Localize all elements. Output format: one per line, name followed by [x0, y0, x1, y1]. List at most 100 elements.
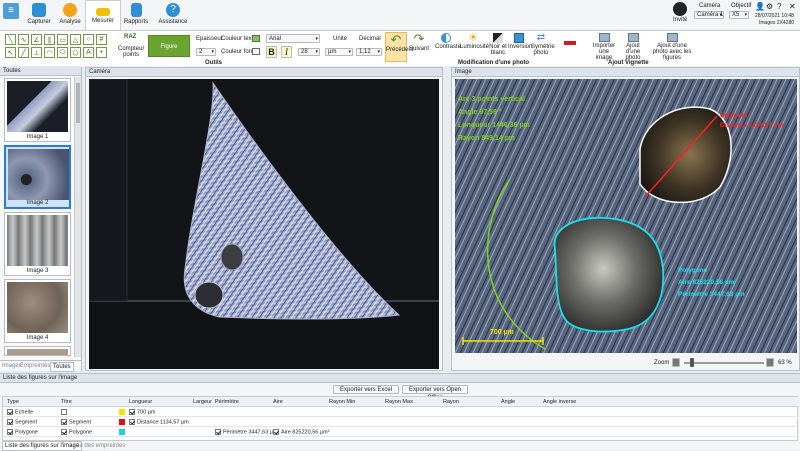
raz-button[interactable]: RAZ [124, 34, 138, 46]
row-type[interactable]: Echelle [7, 409, 33, 415]
zoom-slider-thumb[interactable] [690, 358, 695, 367]
scrollbar-thumb[interactable] [76, 83, 80, 123]
camera-live-view[interactable] [89, 79, 439, 369]
font-size-select[interactable]: 28 ▾ [298, 48, 320, 56]
angle-tool[interactable]: ∠ [31, 34, 42, 45]
users-icon[interactable]: 👤 [755, 2, 765, 11]
tab-empreintes[interactable]: Empreintes [20, 363, 50, 369]
row-title-checkbox[interactable] [61, 409, 67, 415]
camera-select[interactable]: Caméra 1 ▾ [694, 11, 724, 19]
row-visible-checkbox[interactable] [7, 419, 13, 425]
contraste-button[interactable]: Contraste [435, 32, 461, 58]
epaisseur-select[interactable]: 2 ▾ [196, 48, 216, 56]
row-longueur-checkbox[interactable] [129, 409, 135, 415]
grid-tool[interactable]: # [96, 34, 107, 45]
delete-vignette-button[interactable] [564, 36, 580, 50]
font-select[interactable]: Arial ▾ [266, 34, 320, 43]
tab-analyse[interactable]: Analyse [52, 0, 88, 30]
perpendicular-tool[interactable]: ⊥ [31, 47, 42, 58]
thumbnail-item[interactable]: Image 1 [4, 78, 71, 142]
italic-button[interactable]: I [281, 46, 292, 58]
table-row[interactable]: Polygone Polygone Périmètre 3447,63 µm A… [3, 427, 799, 437]
row-titre[interactable]: Polygone [61, 429, 92, 435]
tab-rapports[interactable]: Rapports [118, 0, 154, 30]
point-tool[interactable]: • [96, 47, 107, 58]
symetrie-photo-button[interactable]: ⇄ Symétrie photo [531, 32, 555, 62]
chevron-down-icon: ▾ [377, 49, 380, 55]
compteur-points-button[interactable]: Compteur points [118, 46, 144, 58]
line-tool[interactable]: ╲ [5, 34, 16, 45]
tab-images[interactable]: Images [2, 363, 22, 369]
ajout-photo-figures-button[interactable]: Ajout d'une photo avec les figures [650, 32, 694, 61]
col-rayon: Rayon [443, 399, 459, 405]
row-color-swatch[interactable] [119, 409, 125, 415]
objectif-select[interactable]: X5 ▾ [729, 11, 749, 19]
figure-composee-button[interactable]: Figure Composée [148, 35, 190, 72]
settings-icon[interactable]: ⚙ [766, 2, 773, 11]
couleur-texte-swatch[interactable] [252, 35, 260, 42]
row-visible-checkbox[interactable] [7, 409, 13, 415]
ellipse-tool[interactable]: ⬭ [57, 47, 68, 58]
row-color[interactable] [119, 419, 127, 425]
thumbnail-item-selected[interactable]: Image 2 [4, 145, 71, 209]
zoom-out-button[interactable] [672, 358, 680, 367]
thumbnail-scrollbar[interactable] [74, 77, 81, 357]
row-type[interactable]: Polygone [7, 429, 38, 435]
polygone-area: Aire 825220,56 µm² [678, 279, 737, 286]
arc-tool[interactable]: ◠ [44, 47, 55, 58]
importer-image-button[interactable]: Importer une image [590, 32, 618, 61]
row-type[interactable]: Segment [7, 419, 37, 425]
decimal-select[interactable]: 1,12 ▾ [356, 48, 382, 56]
precedent-button[interactable]: ↶ Précédent [385, 32, 413, 62]
export-excel-button[interactable]: Exporter vers Excel [333, 385, 399, 394]
row-visible-checkbox[interactable] [7, 429, 13, 435]
user-avatar[interactable] [673, 2, 687, 16]
segment-tool[interactable]: ╱ [18, 47, 29, 58]
luminosite-button[interactable]: ☀ Luminosité [460, 32, 489, 58]
help-icon: ? [166, 3, 180, 17]
help-circle-icon[interactable]: ? [777, 2, 781, 11]
tab-liste-empreintes[interactable]: Liste des empreintes [68, 442, 127, 450]
text-tool[interactable]: A [83, 47, 94, 58]
unite-select[interactable]: µm ▾ [325, 48, 353, 56]
circle-tool[interactable]: ○ [83, 34, 94, 45]
row-longueur: Distance 1134,57 µm [129, 419, 189, 425]
table-row[interactable]: Segment Segment Distance 1134,57 µm [3, 417, 799, 427]
tab-toutes[interactable]: Toutes [50, 362, 74, 372]
export-openoffice-button[interactable]: Exporter vers Open Office [402, 385, 468, 401]
row-perimetre-checkbox[interactable] [215, 429, 221, 435]
bold-button[interactable]: B [266, 46, 277, 58]
zoom-in-button[interactable] [766, 358, 774, 367]
polyline-tool[interactable]: ∿ [18, 34, 29, 45]
arrow-tool[interactable]: ↖ [5, 47, 16, 58]
ajout-photo-button[interactable]: Ajout d'une photo [620, 32, 646, 61]
row-color[interactable] [119, 409, 127, 415]
row-color-swatch[interactable] [119, 419, 125, 425]
triangle-tool[interactable]: △ [70, 34, 81, 45]
row-color[interactable] [119, 429, 127, 435]
tab-assistance[interactable]: ? Assistance [155, 0, 191, 30]
row-longueur-checkbox[interactable] [129, 419, 135, 425]
thumbnail-item[interactable]: Image 3 [4, 212, 71, 276]
noir-blanc-button[interactable]: Noir et blanc [488, 32, 508, 62]
left-panel-tabs: Images Empreintes Toutes [0, 360, 82, 372]
row-titre[interactable]: Segment [61, 419, 91, 425]
zoom-slider-track[interactable] [684, 362, 764, 364]
row-color-swatch[interactable] [119, 429, 125, 435]
thumbnail-item[interactable]: Image 4 [4, 279, 71, 343]
tab-mesurer[interactable]: Mesurer [85, 0, 121, 31]
thumbnail-item[interactable] [4, 346, 71, 356]
row-title-checkbox[interactable] [61, 419, 67, 425]
inversion-button[interactable]: Inversion [508, 32, 532, 58]
suivant-button[interactable]: ↷ Suivant [409, 32, 429, 62]
table-row[interactable]: Echelle 700 µm [3, 407, 799, 417]
row-titre[interactable] [61, 409, 69, 415]
app-menu-icon[interactable]: ≡ [3, 3, 19, 19]
row-title-checkbox[interactable] [61, 429, 67, 435]
polygon-tool[interactable]: ⬠ [70, 47, 81, 58]
row-aire-checkbox[interactable] [273, 429, 279, 435]
rectangle-tool[interactable]: ▭ [57, 34, 68, 45]
close-icon[interactable]: ✕ [789, 2, 796, 11]
couleur-fond-swatch[interactable] [252, 48, 260, 55]
parallel-tool[interactable]: ∥ [44, 34, 55, 45]
